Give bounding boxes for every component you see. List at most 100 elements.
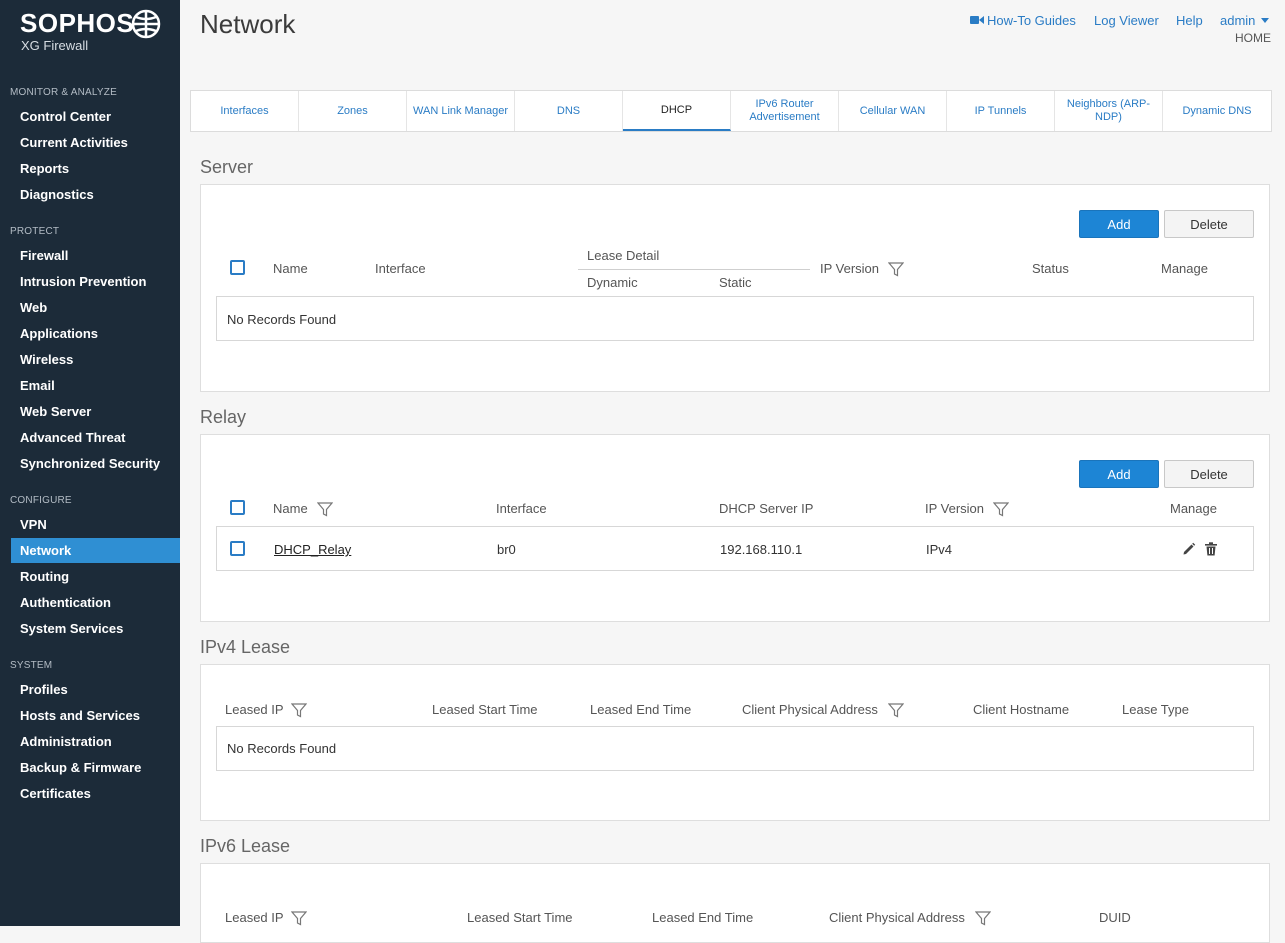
ipv4-col-start-time: Leased Start Time: [432, 702, 538, 717]
ipv6-leased-ip-filter-icon[interactable]: [291, 911, 307, 926]
nav-item-administration[interactable]: Administration: [11, 729, 180, 754]
server-col-name: Name: [273, 261, 308, 276]
nav-item-vpn[interactable]: VPN: [11, 512, 180, 537]
table-row: DHCP_Relay br0 192.168.110.1 IPv4: [216, 526, 1254, 571]
ipv6-physical-address-filter-icon[interactable]: [975, 911, 991, 926]
relay-add-button[interactable]: Add: [1079, 460, 1159, 488]
ipv6-lease-section-title: IPv6 Lease: [200, 836, 291, 856]
nav-item-control-center[interactable]: Control Center: [11, 104, 180, 129]
log-viewer-link[interactable]: Log Viewer: [1094, 13, 1159, 28]
product-name: XG Firewall: [21, 38, 89, 53]
ipv4-col-end-time: Leased End Time: [590, 702, 692, 717]
nav-item-network[interactable]: Network: [11, 538, 180, 563]
relay-col-interface: Interface: [496, 501, 547, 516]
ipv6-col-start-time: Leased Start Time: [467, 910, 573, 925]
page-title: Network: [200, 9, 296, 39]
relay-name-link[interactable]: DHCP_Relay: [274, 542, 351, 557]
tab-dynamic-dns[interactable]: Dynamic DNS: [1163, 91, 1271, 131]
tab-ipv6-router-advertisement[interactable]: IPv6 Router Advertisement: [731, 91, 839, 131]
nav-item-profiles[interactable]: Profiles: [11, 677, 180, 702]
relay-select-all-checkbox[interactable]: [230, 500, 245, 515]
physical-address-filter-icon[interactable]: [888, 703, 904, 718]
server-select-all-checkbox[interactable]: [230, 260, 245, 275]
ipv6-lease-panel: Leased IP Leased Start Time Leased End T…: [200, 863, 1270, 943]
nav-item-synchronized-security[interactable]: Synchronized Security: [11, 451, 180, 476]
server-col-ip-version: IP Version: [820, 261, 880, 276]
help-link[interactable]: Help: [1176, 13, 1203, 28]
tab-zones[interactable]: Zones: [299, 91, 407, 131]
lease-detail-divider: [578, 269, 810, 270]
edit-pencil-icon[interactable]: [1182, 542, 1196, 556]
server-col-dynamic: Dynamic: [587, 275, 638, 290]
caret-down-icon: [1261, 18, 1270, 23]
nav-item-email[interactable]: Email: [11, 373, 180, 398]
server-col-interface: Interface: [375, 261, 426, 276]
server-delete-button[interactable]: Delete: [1164, 210, 1254, 238]
nav-item-authentication[interactable]: Authentication: [11, 590, 180, 615]
relay-col-manage: Manage: [1170, 501, 1217, 516]
server-col-manage: Manage: [1161, 261, 1208, 276]
tab-cellular-wan[interactable]: Cellular WAN: [839, 91, 947, 131]
nav-section-configure: CONFIGURE: [10, 495, 72, 506]
nav-section-system: SYSTEM: [10, 660, 53, 671]
video-camera-icon: [970, 16, 984, 24]
relay-ip-version-filter-icon[interactable]: [993, 502, 1009, 517]
tab-ip-tunnels[interactable]: IP Tunnels: [947, 91, 1055, 131]
ipv4-lease-section-title: IPv4 Lease: [200, 637, 291, 657]
nav-item-system-services[interactable]: System Services: [11, 616, 180, 641]
relay-section-title: Relay: [200, 407, 247, 427]
ipv6-col-leased-ip: Leased IP: [225, 910, 284, 925]
nav-item-hosts-and-services[interactable]: Hosts and Services: [11, 703, 180, 728]
how-to-guides-link[interactable]: How-To Guides: [970, 13, 1076, 28]
server-col-lease-detail: Lease Detail: [587, 248, 660, 263]
leased-ip-filter-icon[interactable]: [291, 703, 307, 718]
tab-dns[interactable]: DNS: [515, 91, 623, 131]
nav-item-web[interactable]: Web: [11, 295, 180, 320]
tab-wan-link-manager[interactable]: WAN Link Manager: [407, 91, 515, 131]
server-add-button[interactable]: Add: [1079, 210, 1159, 238]
nav-item-backup-firmware[interactable]: Backup & Firmware: [11, 755, 180, 780]
relay-col-name: Name: [273, 501, 308, 516]
ipv6-col-end-time: Leased End Time: [652, 910, 754, 925]
nav-item-firewall[interactable]: Firewall: [11, 243, 180, 268]
relay-col-ip-version: IP Version: [925, 501, 985, 516]
name-filter-icon[interactable]: [317, 502, 333, 517]
tab-neighbors[interactable]: Neighbors (ARP-NDP): [1055, 91, 1163, 131]
globe-icon: [131, 9, 161, 39]
nav-item-wireless[interactable]: Wireless: [11, 347, 180, 372]
relay-delete-button[interactable]: Delete: [1164, 460, 1254, 488]
server-col-status: Status: [1032, 261, 1069, 276]
nav-item-reports[interactable]: Reports: [11, 156, 180, 181]
nav-item-advanced-threat[interactable]: Advanced Threat: [11, 425, 180, 450]
nav-item-web-server[interactable]: Web Server: [11, 399, 180, 424]
ipv4-lease-panel: Leased IP Leased Start Time Leased End T…: [200, 664, 1270, 821]
ip-version-filter-icon[interactable]: [888, 262, 904, 277]
ipv4-empty-text: No Records Found: [227, 741, 337, 756]
nav-item-applications[interactable]: Applications: [11, 321, 180, 346]
nav-item-routing[interactable]: Routing: [11, 564, 180, 589]
breadcrumb-home[interactable]: HOME: [1235, 31, 1271, 45]
admin-menu[interactable]: admin: [1220, 13, 1270, 28]
nav-item-current-activities[interactable]: Current Activities: [11, 130, 180, 155]
ipv4-col-lease-type: Lease Type: [1122, 702, 1189, 717]
sidebar: SOPHOS XG Firewall MONITOR & ANALYZE Con…: [0, 0, 180, 926]
server-section-title: Server: [200, 157, 254, 177]
server-col-static: Static: [719, 275, 752, 290]
nav-item-diagnostics[interactable]: Diagnostics: [11, 182, 180, 207]
nav-item-intrusion-prevention[interactable]: Intrusion Prevention: [11, 269, 180, 294]
nav-section-monitor: MONITOR & ANALYZE: [10, 87, 117, 98]
relay-panel: Add Delete Name Interface DHCP Server IP…: [200, 434, 1270, 622]
delete-trash-icon[interactable]: [1205, 542, 1217, 556]
ipv4-col-hostname: Client Hostname: [973, 702, 1070, 717]
sophos-logo[interactable]: SOPHOS XG Firewall: [20, 8, 170, 58]
relay-row-checkbox[interactable]: [230, 541, 245, 556]
relay-col-server-ip: DHCP Server IP: [719, 501, 814, 516]
nav-item-certificates[interactable]: Certificates: [11, 781, 180, 806]
server-panel: Add Delete Name Interface Lease Detail D…: [200, 184, 1270, 392]
ipv6-col-physical-address: Client Physical Address: [829, 910, 965, 925]
relay-name: DHCP_Relay: [274, 542, 352, 557]
brand-name: SOPHOS: [20, 8, 135, 38]
tab-interfaces[interactable]: Interfaces: [191, 91, 299, 131]
nav-section-protect: PROTECT: [10, 226, 60, 237]
tab-dhcp[interactable]: DHCP: [623, 91, 731, 131]
